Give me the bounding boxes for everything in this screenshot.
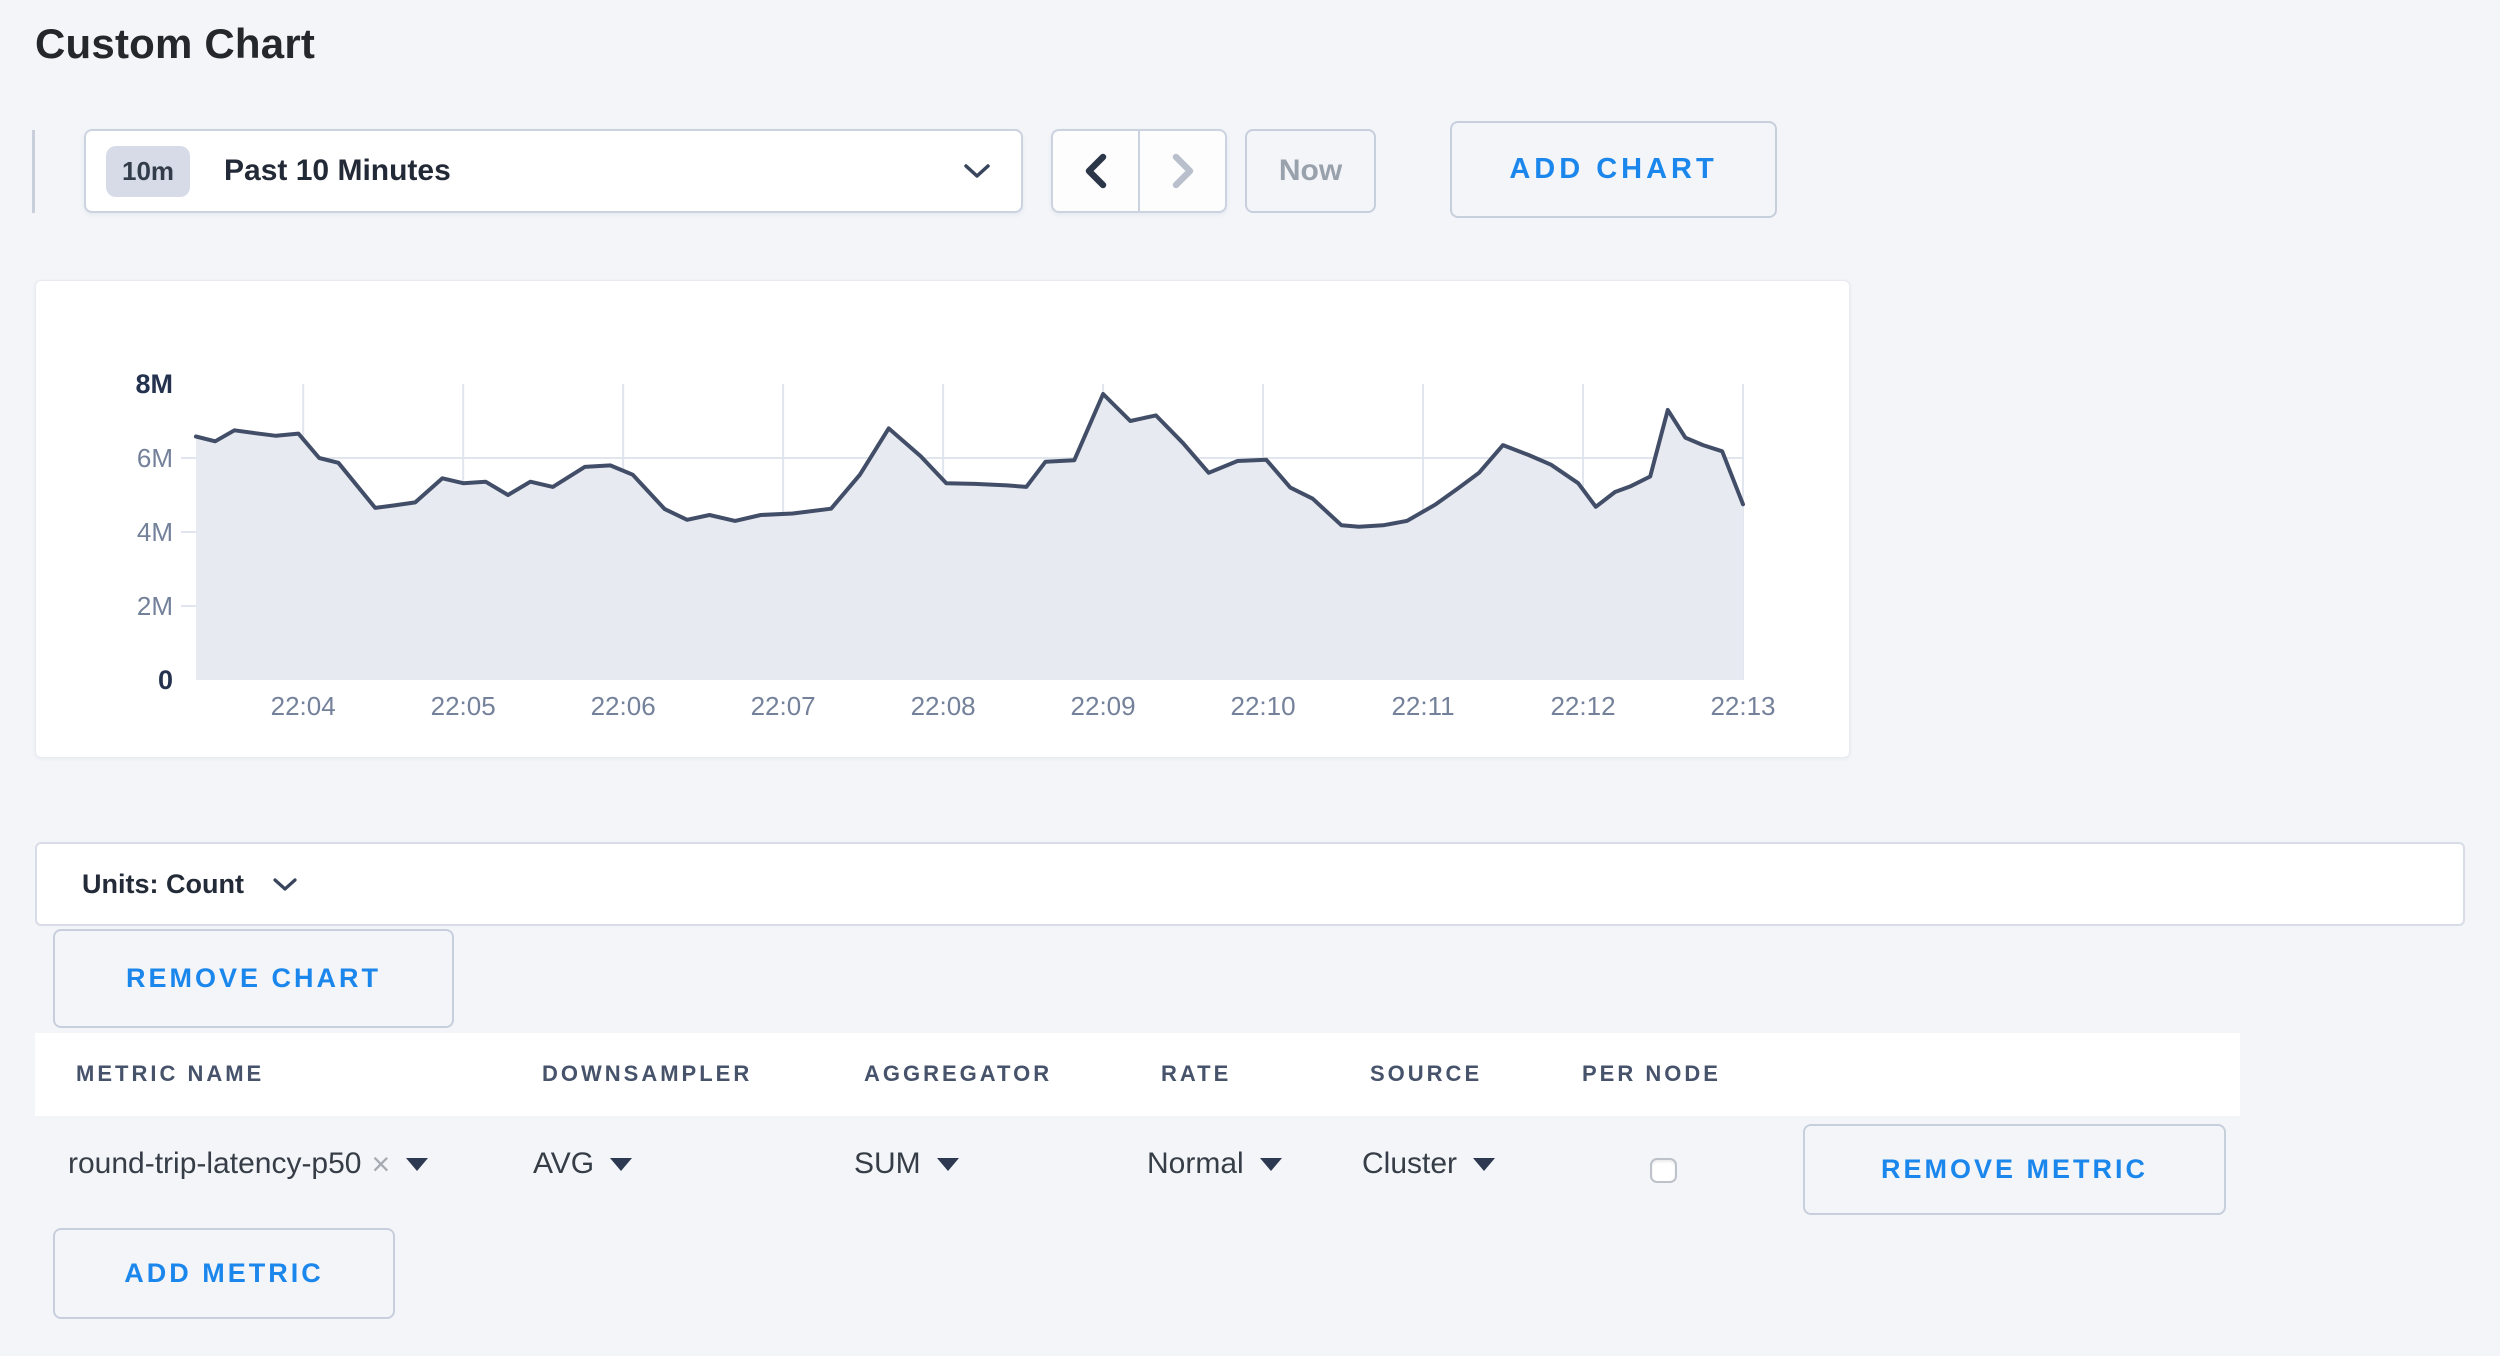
add-metric-button[interactable]: ADD METRIC: [53, 1228, 395, 1319]
source-select[interactable]: Cluster: [1362, 1147, 1495, 1181]
time-range-label: Past 10 Minutes: [224, 154, 451, 188]
caret-down-icon: [937, 1158, 959, 1171]
custom-metric-chart: 8M 6M 4M 2M 0 22:04 22:05 22:06 22:07 22:08 22:09 2…: [36, 281, 1849, 757]
column-header-per-node: PER NODE: [1582, 1061, 1721, 1087]
column-header-downsampler: DOWNSAMPLER: [542, 1061, 752, 1087]
page-title: Custom Chart: [35, 20, 315, 68]
caret-down-icon: [406, 1158, 428, 1171]
x-axis-label: 22:09: [1071, 691, 1136, 721]
x-axis-label: 22:11: [1391, 691, 1454, 721]
caret-down-icon: [1260, 1158, 1282, 1171]
metrics-table-header: METRIC NAME DOWNSAMPLER AGGREGATOR RATE …: [35, 1033, 2240, 1116]
column-header-rate: RATE: [1161, 1061, 1231, 1087]
y-axis-label: 6M: [137, 443, 173, 473]
x-axis-label: 22:04: [271, 691, 336, 721]
y-axis-label: 4M: [137, 517, 173, 547]
now-button[interactable]: Now: [1245, 129, 1376, 213]
downsampler-select[interactable]: AVG: [533, 1147, 632, 1181]
x-axis-label: 22:10: [1231, 691, 1296, 721]
column-header-source: SOURCE: [1370, 1061, 1482, 1087]
x-axis-label: 22:08: [911, 691, 976, 721]
units-label: Units: Count: [82, 869, 244, 900]
per-node-checkbox[interactable]: [1650, 1158, 1677, 1183]
x-axis-label: 22:07: [751, 691, 816, 721]
time-range-select[interactable]: 10m Past 10 Minutes: [84, 129, 1023, 213]
rate-value: Normal: [1147, 1147, 1244, 1181]
y-axis-label: 8M: [135, 369, 173, 399]
next-time-button[interactable]: [1138, 131, 1225, 211]
chart-card: 8M 6M 4M 2M 0 22:04 22:05 22:06 22:07 22:08 22:09 2…: [35, 280, 1850, 758]
toolbar-divider: [32, 130, 35, 213]
add-chart-button[interactable]: ADD CHART: [1450, 121, 1777, 218]
aggregator-value: SUM: [854, 1147, 921, 1181]
caret-down-icon: [610, 1158, 632, 1171]
y-axis-label: 2M: [137, 591, 173, 621]
chart-area-fill: [196, 394, 1743, 680]
chevron-down-icon: [272, 877, 298, 892]
downsampler-value: AVG: [533, 1147, 594, 1181]
metric-name-value: round-trip-latency-p50: [68, 1147, 361, 1181]
prev-time-button[interactable]: [1053, 131, 1138, 211]
caret-down-icon: [1473, 1158, 1495, 1171]
remove-metric-button[interactable]: REMOVE METRIC: [1803, 1124, 2226, 1215]
x-axis-label: 22:05: [431, 691, 496, 721]
time-step-button-group: [1051, 129, 1227, 213]
column-header-aggregator: AGGREGATOR: [864, 1061, 1052, 1087]
chevron-left-icon: [1079, 149, 1113, 193]
metric-name-select[interactable]: round-trip-latency-p50 ×: [68, 1147, 428, 1181]
x-axis-label: 22:06: [591, 691, 656, 721]
remove-chart-button[interactable]: REMOVE CHART: [53, 929, 454, 1028]
x-axis-label: 22:13: [1710, 691, 1775, 721]
time-range-badge: 10m: [106, 146, 190, 197]
column-header-metric-name: METRIC NAME: [76, 1061, 264, 1087]
units-select[interactable]: Units: Count: [35, 842, 2465, 926]
x-axis-label: 22:12: [1550, 691, 1615, 721]
chevron-right-icon: [1166, 149, 1200, 193]
chevron-down-icon: [963, 163, 991, 179]
clear-metric-icon[interactable]: ×: [371, 1148, 390, 1180]
source-value: Cluster: [1362, 1147, 1457, 1181]
y-axis-label: 0: [158, 665, 173, 695]
aggregator-select[interactable]: SUM: [854, 1147, 959, 1181]
rate-select[interactable]: Normal: [1147, 1147, 1282, 1181]
